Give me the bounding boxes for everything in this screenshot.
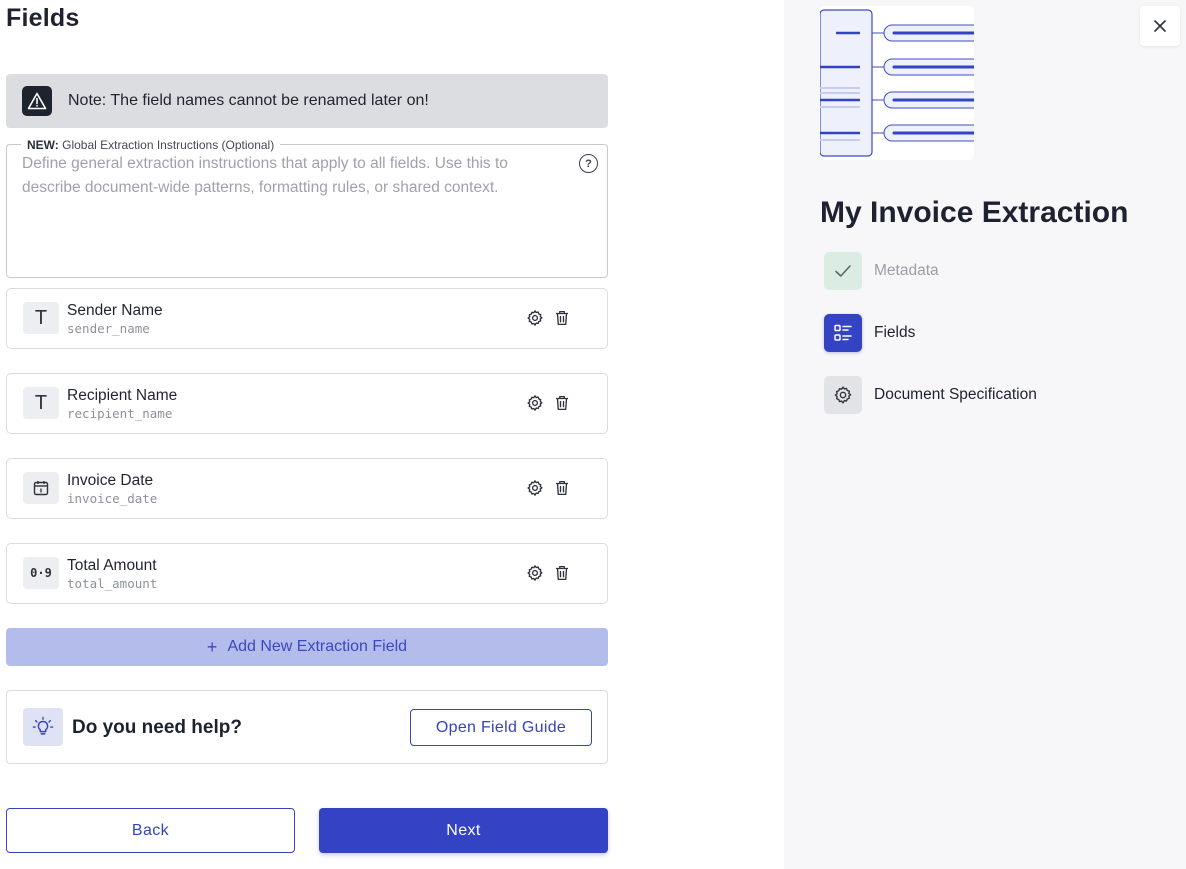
step-metadata[interactable]: Metadata [824, 252, 939, 290]
global-instructions-placeholder: Define general extraction instructions t… [22, 155, 508, 196]
delete-trash-icon[interactable] [553, 394, 571, 412]
field-key: invoice_date [67, 491, 158, 506]
note-text: Note: The field names cannot be renamed … [68, 92, 429, 109]
next-button[interactable]: Next [319, 808, 608, 853]
extraction-illustration [820, 6, 974, 160]
field-label: Sender Name [67, 302, 163, 319]
delete-trash-icon[interactable] [553, 564, 571, 582]
field-row-recipient-name: T Recipient Name recipient_name [6, 373, 608, 434]
field-row-invoice-date: Invoice Date invoice_date [6, 458, 608, 519]
field-key: recipient_name [67, 406, 173, 421]
help-title: Do you need help? [72, 717, 242, 738]
field-label: Total Amount [67, 557, 157, 574]
lightbulb-icon [23, 708, 63, 746]
wizard-sidebar: My Invoice Extraction Metadata Fields Do… [784, 0, 1186, 869]
global-instructions-legend: Global Extraction Instructions (Optional… [62, 138, 275, 152]
open-field-guide-button[interactable]: Open Field Guide [410, 709, 592, 746]
text-type-icon: T [23, 302, 59, 334]
settings-gear-icon[interactable] [526, 479, 544, 497]
step-document-specification[interactable]: Document Specification [824, 376, 1037, 414]
field-row-sender-name: T Sender Name sender_name [6, 288, 608, 349]
help-card: Do you need help? Open Field Guide [6, 690, 608, 764]
back-button[interactable]: Back [6, 808, 295, 853]
list-icon [824, 314, 862, 352]
step-label: Document Specification [874, 386, 1037, 403]
close-button[interactable] [1140, 6, 1180, 46]
settings-gear-icon[interactable] [526, 564, 544, 582]
check-icon [824, 252, 862, 290]
field-label: Invoice Date [67, 472, 154, 489]
main-panel: Fields Note: The field names cannot be r… [0, 0, 784, 869]
field-row-total-amount: 0·9 Total Amount total_amount [6, 543, 608, 604]
warning-icon [22, 86, 52, 116]
close-icon [1154, 20, 1166, 32]
help-icon[interactable]: ? [579, 154, 598, 173]
delete-trash-icon[interactable] [553, 479, 571, 497]
field-key: sender_name [67, 321, 150, 336]
page-title: Fields [6, 4, 80, 32]
text-type-icon: T [23, 387, 59, 419]
add-field-label: Add New Extraction Field [227, 638, 408, 655]
new-badge: NEW: [27, 138, 59, 152]
global-instructions-textarea[interactable]: NEW: Global Extraction Instructions (Opt… [6, 137, 608, 278]
settings-gear-icon[interactable] [526, 309, 544, 327]
settings-gear-icon[interactable] [526, 394, 544, 412]
field-key: total_amount [67, 576, 158, 591]
rename-warning-note: Note: The field names cannot be renamed … [6, 74, 608, 128]
step-fields[interactable]: Fields [824, 314, 915, 352]
calendar-type-icon [23, 472, 59, 504]
step-label: Fields [874, 324, 916, 341]
plus-icon: + [206, 637, 218, 657]
field-label: Recipient Name [67, 387, 178, 404]
gear-icon [824, 376, 862, 414]
step-label: Metadata [874, 262, 939, 279]
number-type-icon: 0·9 [23, 557, 59, 589]
global-instructions-label: NEW: Global Extraction Instructions (Opt… [21, 137, 281, 153]
delete-trash-icon[interactable] [553, 309, 571, 327]
project-title: My Invoice Extraction [820, 196, 1129, 229]
add-extraction-field-button[interactable]: + Add New Extraction Field [6, 628, 608, 666]
